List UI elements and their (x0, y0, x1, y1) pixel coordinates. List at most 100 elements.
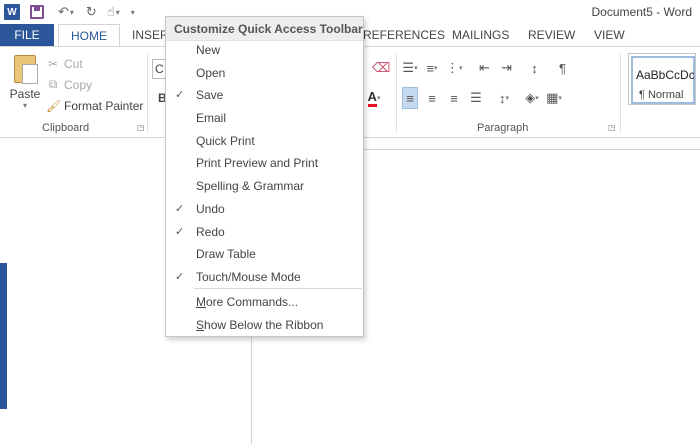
justify-button[interactable]: ☰ (468, 87, 484, 109)
show-formatting-button[interactable]: ¶ (555, 57, 571, 79)
justify-icon: ☰ (470, 90, 482, 105)
pilcrow-icon: ¶ (559, 60, 566, 76)
paragraph-row-1: ☰ ▾ ≡ ▾ ⋮ ▾ ⇤ ⇥ ↕ ¶ (402, 57, 571, 79)
menu-item[interactable]: Email (166, 107, 363, 130)
paste-button[interactable]: Paste ▾ (8, 55, 42, 115)
increase-indent-button[interactable]: ⇥ (499, 57, 515, 79)
menu-item-label: Touch/Mouse Mode (196, 269, 301, 284)
checkmark-icon: ✓ (175, 225, 185, 238)
undo-icon: ↶ (58, 4, 69, 19)
window-title: Document5 - Word (591, 5, 692, 19)
undo-button[interactable]: ↶ ▾ (58, 2, 74, 22)
align-center-button[interactable]: ≡ (424, 87, 440, 109)
menu-item-label: Redo (196, 224, 225, 239)
menu-item[interactable]: Spelling & Grammar (166, 175, 363, 198)
menu-item[interactable]: ✓ Touch/Mouse Mode (166, 266, 363, 289)
decrease-indent-button[interactable]: ⇤ (477, 57, 493, 79)
save-button[interactable] (30, 2, 44, 22)
group-divider (620, 53, 621, 133)
show-below-ribbon-item[interactable]: Show Below the Ribbon (166, 314, 363, 337)
menu-item-label: Email (196, 111, 227, 126)
menu-item[interactable]: ✓ Undo (166, 198, 363, 221)
style-normal[interactable]: AaBbCcDc ¶ Normal (631, 56, 695, 104)
tab-references[interactable]: REFERENCES (353, 24, 455, 46)
tab-review[interactable]: REVIEW (518, 24, 585, 46)
font-color-icon: A (367, 89, 377, 107)
clipboard-icon (14, 55, 38, 84)
tab-view[interactable]: VIEW (584, 24, 635, 46)
bullets-button[interactable]: ☰ ▾ (402, 57, 418, 79)
more-commands-item[interactable]: More Commands... (166, 291, 363, 314)
paragraph-group-label: Paragraph (477, 122, 529, 134)
font-color-button[interactable]: A ▾ (366, 87, 382, 109)
tab-file[interactable]: FILE (0, 24, 54, 46)
menu-item[interactable]: ✓ Save (166, 84, 363, 107)
clipboard-group-label: Clipboard (42, 122, 90, 134)
multilevel-list-icon: ⋮ (446, 60, 459, 75)
tab-mailings[interactable]: MAILINGS (442, 24, 519, 46)
save-icon (30, 5, 44, 19)
show-below-label: how Below the Ribbon (204, 318, 324, 332)
shading-button[interactable]: ◈ ▾ (524, 87, 540, 109)
borders-button[interactable]: ▦ ▾ (546, 87, 562, 109)
align-right-button[interactable]: ≡ (446, 87, 462, 109)
menu-item-label: Draw Table (196, 247, 256, 262)
numbering-button[interactable]: ≡ ▾ (424, 57, 440, 79)
menu-item[interactable]: Draw Table (166, 243, 363, 266)
menu-title: Customize Quick Access Toolbar (166, 17, 363, 41)
format-painter-button[interactable]: 🖌 Format Painter (46, 95, 156, 116)
customize-qat-icon: ▾ (130, 7, 135, 17)
clear-formatting-icon[interactable]: ⌫ (372, 57, 390, 79)
menu-item-label: Save (196, 88, 224, 103)
menu-item-label: Open (196, 65, 226, 80)
numbering-icon: ≡ (426, 60, 435, 76)
group-divider (147, 53, 148, 133)
word-app-icon[interactable]: W (4, 2, 20, 22)
tab-home[interactable]: HOME (58, 24, 120, 47)
paragraph-launcher-icon[interactable]: ◳ (608, 123, 616, 132)
redo-icon: ↻ (85, 4, 97, 19)
navigation-pane-accent (0, 263, 7, 409)
menu-item-label: Quick Print (196, 133, 255, 148)
align-left-icon: ≡ (406, 90, 414, 106)
align-right-icon: ≡ (450, 90, 458, 106)
increase-indent-icon: ⇥ (501, 60, 512, 75)
touch-mode-button[interactable]: ☝ ▾ (107, 2, 120, 22)
multilevel-list-button[interactable]: ⋮ ▾ (446, 57, 463, 79)
menu-item[interactable]: Quick Print (166, 130, 363, 153)
font-name-box[interactable]: C (152, 59, 166, 79)
line-spacing-button[interactable]: ↕ ▾ (496, 87, 512, 109)
menu-item-label: New (196, 43, 221, 57)
customize-qat-button[interactable]: ▾ (130, 2, 135, 22)
menu-item-label: Undo (196, 201, 225, 216)
sort-icon: ↕ (531, 60, 538, 76)
menu-item[interactable]: Print Preview and Print (166, 152, 363, 175)
group-divider (396, 53, 397, 133)
paintbrush-icon: 🖌 (46, 98, 62, 113)
menu-items: New Open ✓ Save Email Quick Print Print Previe… (166, 39, 363, 289)
menu-item-label: Print Preview and Print (196, 156, 319, 171)
cut-button[interactable]: ✂ Cut (46, 53, 156, 74)
bullets-icon: ☰ (402, 60, 415, 75)
align-center-icon: ≡ (428, 90, 436, 106)
more-commands-label: ore Commands... (206, 295, 299, 309)
clipboard-commands: ✂ Cut ⧉ Copy 🖌 Format Painter (46, 53, 156, 116)
redo-button[interactable]: ↻ (86, 2, 97, 22)
sort-button[interactable]: ↕ (527, 57, 543, 79)
decrease-indent-icon: ⇤ (479, 60, 490, 75)
menu-item[interactable]: Open (166, 62, 363, 85)
align-left-button[interactable]: ≡ (402, 87, 418, 109)
style-name: ¶ Normal (639, 89, 684, 101)
checkmark-icon: ✓ (175, 270, 185, 283)
menu-separator (194, 288, 362, 289)
checkmark-icon: ✓ (175, 89, 185, 102)
checkmark-icon: ✓ (175, 202, 185, 215)
font-color-row: A ▾ (366, 87, 382, 109)
format-painter-label: Format Painter (64, 98, 144, 113)
menu-item[interactable]: ✓ Redo (166, 221, 363, 244)
clipboard-launcher-icon[interactable]: ◳ (137, 123, 145, 132)
copy-button[interactable]: ⧉ Copy (46, 74, 156, 95)
copy-icon: ⧉ (48, 77, 58, 91)
menu-item[interactable]: New (166, 39, 363, 62)
customize-qat-menu: Customize Quick Access Toolbar New Open ✓ S… (165, 16, 364, 337)
